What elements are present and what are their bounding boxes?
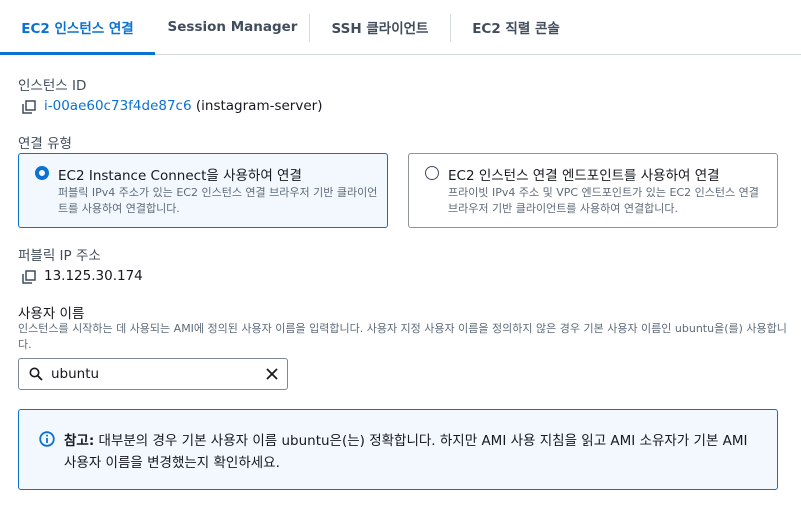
tab-label: EC2 직렬 콘솔	[472, 21, 560, 37]
username-label: 사용자 이름	[18, 306, 85, 322]
clear-icon[interactable]	[265, 367, 279, 381]
radio-unselected[interactable]	[425, 166, 439, 180]
option-description: 퍼블릭 IPv4 주소가 있는 EC2 인스턴스 연결 브라우저 기반 클라이언…	[58, 186, 378, 215]
option-title: EC2 인스턴스 연결 엔드포인트를 사용하여 연결	[448, 168, 720, 184]
public-ip-label: 퍼블릭 IP 주소	[18, 248, 101, 264]
instance-id-link[interactable]: i-00ae60c73f4de87c6	[44, 98, 192, 114]
tab-session-manager[interactable]: Session Manager	[155, 0, 310, 54]
alert-message: 참고: 대부분의 경우 기본 사용자 이름 ubuntu은(는) 정확합니다. …	[64, 430, 764, 474]
connection-type-label: 연결 유형	[18, 136, 72, 152]
tab-ec2-serial-console[interactable]: EC2 직렬 콘솔	[451, 0, 581, 54]
connection-option-instance-connect[interactable]: EC2 Instance Connect을 사용하여 연결 퍼블릭 IPv4 주…	[18, 153, 388, 228]
copy-icon[interactable]	[22, 100, 36, 114]
alert-prefix: 참고:	[64, 433, 95, 449]
tab-label: EC2 인스턴스 연결	[21, 21, 134, 37]
public-ip-value: 13.125.30.174	[44, 268, 143, 284]
connection-option-endpoint[interactable]: EC2 인스턴스 연결 엔드포인트를 사용하여 연결 프라이빗 IPv4 주소 …	[408, 153, 778, 228]
username-help-text: 인스턴스를 시작하는 데 사용되는 AMI에 정의된 사용자 이름을 입력합니다…	[18, 322, 787, 351]
alert-body: 대부분의 경우 기본 사용자 이름 ubuntu은(는) 정확합니다. 하지만 …	[64, 433, 748, 471]
tab-ec2-instance-connect[interactable]: EC2 인스턴스 연결	[0, 0, 155, 55]
active-tab-indicator	[0, 52, 155, 55]
tab-label: SSH 클라이언트	[331, 21, 429, 37]
username-input[interactable]	[51, 363, 251, 385]
tab-label: Session Manager	[167, 19, 298, 35]
option-description: 프라이빗 IPv4 주소 및 VPC 엔드포인트가 있는 EC2 인스턴스 연결…	[448, 186, 759, 215]
instance-name: (instagram-server)	[195, 98, 323, 114]
instance-id-value: i-00ae60c73f4de87c6 (instagram-server)	[44, 98, 322, 114]
copy-icon[interactable]	[22, 270, 36, 284]
search-icon	[29, 367, 43, 381]
radio-selected[interactable]	[35, 166, 49, 180]
username-field[interactable]	[18, 358, 288, 390]
tab-ssh-client[interactable]: SSH 클라이언트	[310, 0, 450, 54]
info-icon	[39, 431, 55, 447]
option-title: EC2 Instance Connect을 사용하여 연결	[58, 168, 302, 184]
instance-id-label: 인스턴스 ID	[18, 78, 87, 94]
tab-bar: EC2 인스턴스 연결 Session Manager SSH 클라이언트 EC…	[0, 0, 801, 55]
info-alert: 참고: 대부분의 경우 기본 사용자 이름 ubuntu은(는) 정확합니다. …	[18, 409, 778, 490]
